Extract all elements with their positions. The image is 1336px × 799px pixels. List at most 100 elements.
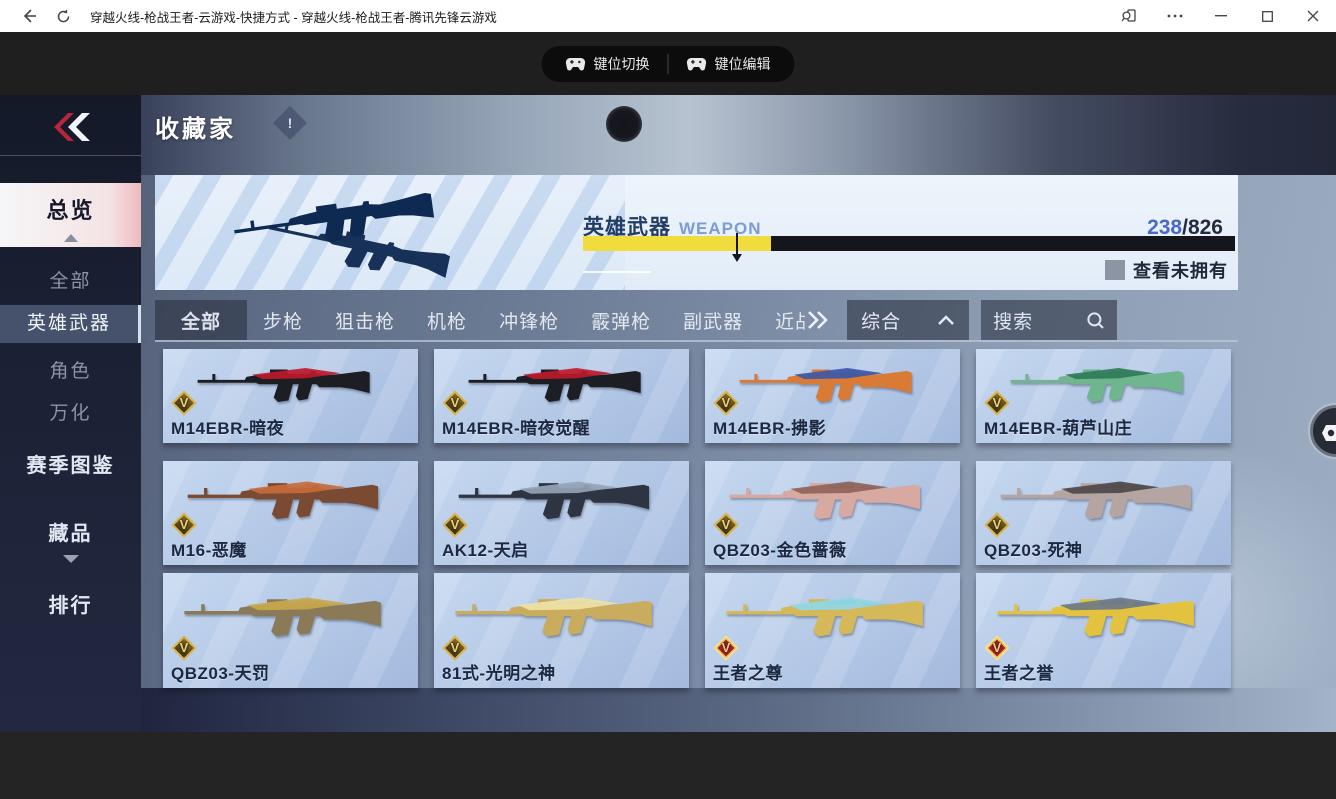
- weapon-name: QBZ03-金色蔷薇: [713, 541, 847, 560]
- weapon-name: M16-恶魔: [171, 541, 247, 560]
- sidebar: 总览 全部 英雄武器 角色 万化 赛季图鉴 藏品 排行: [0, 95, 141, 732]
- browser-titlebar: 穿越火线-枪战王者-云游戏-快捷方式 - 穿越火线-枪战王者-腾讯先锋云游戏: [0, 0, 1336, 32]
- tab-sniper[interactable]: 狙击枪: [319, 300, 411, 340]
- weapon-card[interactable]: V M14EBR-暗夜: [163, 349, 418, 443]
- progress-fill: [583, 236, 771, 251]
- tabs-overflow-button[interactable]: [805, 300, 837, 340]
- game-viewport: 收藏家 ! 总览 全部 英雄武器 角色 万化 赛季图鉴 藏品 排行 英雄武器 W…: [0, 95, 1336, 732]
- weapon-card[interactable]: V M14EBR-葫芦山庄: [976, 349, 1231, 443]
- weapon-image: [726, 597, 923, 637]
- weapon-image: [187, 481, 378, 520]
- weapon-name: QBZ03-天罚: [171, 664, 270, 683]
- browser-search-page-icon[interactable]: [1106, 0, 1152, 32]
- weapon-category-tabbar: 全部 步枪 狙击枪 机枪 冲锋枪 霰弹枪 副武器 近战 综合 搜索: [155, 300, 1238, 342]
- weapon-grid-row: V M14EBR-暗夜 V M14EBR-暗夜觉醒 V M14EBR-拂影 V …: [163, 349, 1231, 443]
- weapon-image: [1000, 481, 1191, 520]
- keymap-switch-button[interactable]: 键位切换: [548, 46, 668, 82]
- sidebar-item-season-catalog[interactable]: 赛季图鉴: [0, 447, 141, 485]
- phone-camera-notch: [606, 106, 642, 142]
- keymap-edit-button[interactable]: 键位编辑: [669, 46, 789, 82]
- hexagon-dot-icon: [1322, 425, 1336, 441]
- cloud-game-toolbar: 键位切换 键位编辑: [0, 32, 1336, 95]
- tab-shotgun[interactable]: 霰弹枪: [575, 300, 667, 340]
- game-bottom-gradient: [141, 688, 1336, 732]
- weapon-image: [739, 367, 912, 402]
- weapon-name: M14EBR-暗夜觉醒: [442, 419, 591, 438]
- window-maximize-button[interactable]: [1244, 0, 1290, 32]
- sidebar-item-wanhua[interactable]: 万化: [0, 395, 141, 433]
- browser-tab-title: 穿越火线-枪战王者-云游戏-快捷方式 - 穿越火线-枪战王者-腾讯先锋云游戏: [90, 10, 497, 25]
- window-minimize-button[interactable]: [1198, 0, 1244, 32]
- weapon-image: [455, 597, 652, 637]
- grade-badge: V: [713, 635, 739, 661]
- chevron-up-icon: [938, 314, 954, 325]
- browser-back-icon[interactable]: [12, 0, 46, 32]
- bottom-letterbox: [0, 732, 1336, 799]
- sidebar-item-hero-weapons[interactable]: 英雄武器: [0, 305, 141, 343]
- grade-badge: V: [984, 635, 1010, 661]
- grade-badge: V: [713, 512, 739, 538]
- sort-label: 综合: [861, 311, 902, 333]
- weapon-card[interactable]: V 王者之誉: [976, 573, 1231, 688]
- weapon-grid-row: V M16-恶魔 V AK12-天启 V QBZ03-金色蔷薇 V QBZ03-…: [163, 461, 1231, 565]
- browser-controls: [1106, 0, 1336, 32]
- info-diamond-icon[interactable]: !: [273, 106, 307, 140]
- weapon-grid-row: V QBZ03-天罚 V 81式-光明之神 V 王者之尊 V 王者之誉: [163, 573, 1231, 688]
- browser-reload-icon[interactable]: [46, 0, 80, 32]
- tab-pistol[interactable]: 副武器: [667, 300, 759, 340]
- checkbox-icon: [1105, 260, 1125, 280]
- screen: 穿越火线-枪战王者-云游戏-快捷方式 - 穿越火线-枪战王者-腾讯先锋云游戏 键…: [0, 0, 1336, 799]
- search-placeholder: 搜索: [993, 311, 1034, 333]
- window-close-button[interactable]: [1290, 0, 1336, 32]
- back-button[interactable]: [44, 109, 96, 145]
- grade-badge: V: [442, 635, 468, 661]
- gamepad-icon: [565, 57, 586, 71]
- weapon-card[interactable]: V M14EBR-拂影: [705, 349, 960, 443]
- grade-badge: V: [171, 635, 197, 661]
- grade-badge: V: [442, 390, 468, 416]
- weapon-card[interactable]: V M14EBR-暗夜觉醒: [434, 349, 689, 443]
- search-input[interactable]: 搜索: [981, 300, 1118, 340]
- tab-all[interactable]: 全部: [155, 300, 248, 340]
- show-unowned-label: 查看未拥有: [1133, 261, 1228, 281]
- keymap-switch-label: 键位切换: [593, 56, 650, 72]
- weapon-image: [1010, 367, 1183, 402]
- collection-progress-bar: [583, 233, 1235, 262]
- weapon-card[interactable]: V 王者之尊: [705, 573, 960, 688]
- sidebar-item-characters[interactable]: 角色: [0, 353, 141, 391]
- show-unowned-toggle[interactable]: 查看未拥有: [1105, 257, 1228, 283]
- tab-rifle[interactable]: 步枪: [247, 300, 319, 340]
- weapon-image: [997, 597, 1194, 637]
- weapon-card[interactable]: V AK12-天启: [434, 461, 689, 565]
- weapon-card[interactable]: V QBZ03-金色蔷薇: [705, 461, 960, 565]
- game-sky-background: [141, 95, 1336, 175]
- grade-badge: V: [984, 512, 1010, 538]
- weapon-image: [468, 367, 641, 402]
- weapon-card[interactable]: V QBZ03-天罚: [163, 573, 418, 688]
- sidebar-item-collections[interactable]: 藏品: [0, 515, 141, 553]
- weapon-image: [458, 481, 649, 520]
- weapon-image: [729, 481, 920, 520]
- sidebar-item-all[interactable]: 全部: [0, 263, 141, 301]
- swipe-hint-line: [583, 271, 651, 273]
- tab-melee[interactable]: 近战: [759, 300, 805, 340]
- browser-menu-icon[interactable]: [1152, 0, 1198, 32]
- weapon-card[interactable]: V QBZ03-死神: [976, 461, 1231, 565]
- weapon-image: [197, 367, 370, 402]
- weapon-name: 王者之尊: [713, 664, 783, 683]
- weapon-name: 81式-光明之神: [442, 664, 556, 683]
- gamepad-icon: [686, 57, 707, 71]
- weapon-name: M14EBR-葫芦山庄: [984, 419, 1133, 438]
- sort-dropdown[interactable]: 综合: [847, 300, 970, 340]
- page-title: 收藏家: [155, 116, 236, 143]
- sidebar-item-overview[interactable]: 总览: [0, 183, 141, 247]
- tab-smg[interactable]: 冲锋枪: [483, 300, 575, 340]
- grade-badge: V: [442, 512, 468, 538]
- grade-badge: V: [713, 390, 739, 416]
- weapon-card[interactable]: V M16-恶魔: [163, 461, 418, 565]
- hero-weapon-banner: 英雄武器 WEAPON 238/826 查看未拥有: [155, 175, 1238, 290]
- sidebar-item-ranking[interactable]: 排行: [0, 587, 141, 625]
- tab-mg[interactable]: 机枪: [411, 300, 483, 340]
- weapon-card[interactable]: V 81式-光明之神: [434, 573, 689, 688]
- weapon-name: AK12-天启: [442, 541, 529, 560]
